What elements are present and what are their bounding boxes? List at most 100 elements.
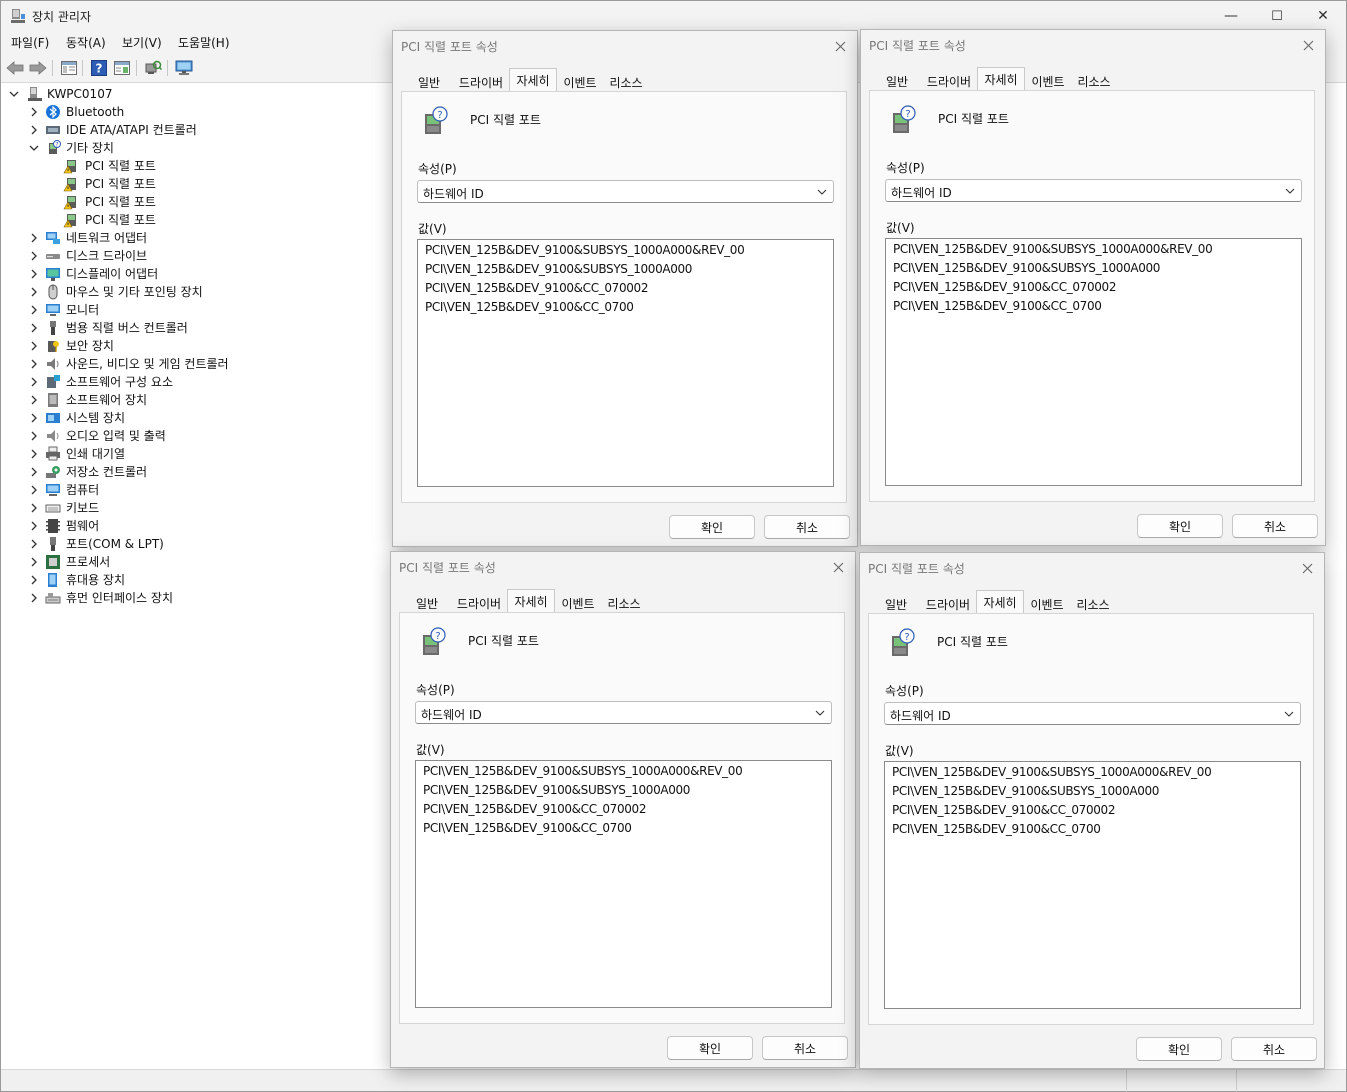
tree-device-item[interactable]: PCI 직렬 포트	[1, 193, 381, 211]
tab-driver[interactable]: 드라이버	[921, 70, 977, 91]
back-button[interactable]	[5, 58, 25, 78]
cancel-button[interactable]: 취소	[764, 515, 850, 539]
properties-view-button[interactable]	[112, 58, 132, 78]
tab-events[interactable]: 이벤트	[555, 592, 601, 613]
tree-category-software-component[interactable]: 소프트웨어 구성 요소	[1, 373, 381, 391]
chevron-down-icon[interactable]	[9, 89, 19, 99]
tree-category-disk-drive[interactable]: 디스크 드라이브	[1, 247, 381, 265]
menu-view[interactable]: 보기(V)	[122, 34, 162, 51]
tab-general[interactable]: 일반	[403, 592, 451, 613]
dialog-close-button[interactable]	[1296, 557, 1318, 579]
close-button[interactable]: ✕	[1300, 1, 1346, 31]
update-driver-button[interactable]	[174, 58, 194, 78]
value-list-item[interactable]: PCI\VEN_125B&DEV_9100&CC_070002	[892, 803, 1115, 817]
tree-category-security-device[interactable]: 보안 장치	[1, 337, 381, 355]
menu-action[interactable]: 동작(A)	[66, 34, 106, 51]
tab-resources[interactable]: 리소스	[603, 71, 649, 92]
tab-resources[interactable]: 리소스	[601, 592, 647, 613]
chevron-right-icon[interactable]	[29, 467, 39, 477]
tree-category-processor[interactable]: 프로세서	[1, 553, 381, 571]
chevron-right-icon[interactable]	[29, 593, 39, 603]
tab-details[interactable]: 자세히	[976, 590, 1024, 614]
value-list-item[interactable]: PCI\VEN_125B&DEV_9100&CC_0700	[892, 822, 1101, 836]
value-list-item[interactable]: PCI\VEN_125B&DEV_9100&CC_0700	[893, 299, 1102, 313]
chevron-right-icon[interactable]	[29, 305, 39, 315]
chevron-right-icon[interactable]	[29, 125, 39, 135]
tree-category-display-adapter[interactable]: 디스플레이 어댑터	[1, 265, 381, 283]
value-list[interactable]: PCI\VEN_125B&DEV_9100&SUBSYS_1000A000&RE…	[885, 238, 1302, 486]
tree-category-storage-controller[interactable]: 저장소 컨트롤러	[1, 463, 381, 481]
value-list[interactable]: PCI\VEN_125B&DEV_9100&SUBSYS_1000A000&RE…	[415, 760, 832, 1008]
value-list-item[interactable]: PCI\VEN_125B&DEV_9100&CC_070002	[425, 281, 648, 295]
value-list-item[interactable]: PCI\VEN_125B&DEV_9100&SUBSYS_1000A000&RE…	[893, 242, 1213, 256]
property-dropdown[interactable]: 하드웨어 ID	[885, 179, 1302, 202]
tree-category-monitor[interactable]: 모니터	[1, 301, 381, 319]
cancel-button[interactable]: 취소	[1232, 514, 1318, 538]
tree-category-unknown-device[interactable]: ? 기타 장치	[1, 139, 381, 157]
cancel-button[interactable]: 취소	[762, 1036, 848, 1060]
title-bar[interactable]: 장치 관리자 — ☐ ✕	[1, 1, 1346, 31]
ok-button[interactable]: 확인	[1137, 514, 1223, 538]
value-list-item[interactable]: PCI\VEN_125B&DEV_9100&SUBSYS_1000A000	[423, 783, 690, 797]
value-list-item[interactable]: PCI\VEN_125B&DEV_9100&SUBSYS_1000A000	[425, 262, 692, 276]
tab-driver[interactable]: 드라이버	[920, 593, 976, 614]
tree-category-firmware[interactable]: 펌웨어	[1, 517, 381, 535]
tree-category-portable-device[interactable]: 휴대용 장치	[1, 571, 381, 589]
ok-button[interactable]: 확인	[1136, 1037, 1222, 1061]
chevron-right-icon[interactable]	[29, 557, 39, 567]
tab-events[interactable]: 이벤트	[1024, 593, 1070, 614]
tab-driver[interactable]: 드라이버	[453, 71, 509, 92]
forward-button[interactable]	[28, 58, 48, 78]
menu-help[interactable]: 도움말(H)	[178, 34, 230, 51]
tab-resources[interactable]: 리소스	[1071, 70, 1117, 91]
maximize-button[interactable]: ☐	[1254, 1, 1300, 31]
chevron-right-icon[interactable]	[29, 503, 39, 513]
chevron-right-icon[interactable]	[29, 521, 39, 531]
dialog-close-button[interactable]	[829, 35, 851, 57]
ok-button[interactable]: 확인	[669, 515, 755, 539]
property-dropdown[interactable]: 하드웨어 ID	[884, 702, 1301, 725]
tab-details[interactable]: 자세히	[509, 68, 557, 92]
chevron-down-icon[interactable]	[29, 143, 39, 153]
ok-button[interactable]: 확인	[667, 1036, 753, 1060]
scan-hardware-button[interactable]	[143, 58, 163, 78]
chevron-right-icon[interactable]	[29, 377, 39, 387]
tab-events[interactable]: 이벤트	[557, 71, 603, 92]
tab-general[interactable]: 일반	[872, 593, 920, 614]
chevron-right-icon[interactable]	[29, 251, 39, 261]
chevron-right-icon[interactable]	[29, 107, 39, 117]
tree-device-item[interactable]: PCI 직렬 포트	[1, 175, 381, 193]
dialog-close-button[interactable]	[1297, 34, 1319, 56]
value-list-item[interactable]: PCI\VEN_125B&DEV_9100&CC_070002	[893, 280, 1116, 294]
tree-category-ide-controller[interactable]: IDE ATA/ATAPI 컨트롤러	[1, 121, 381, 139]
tree-device-item[interactable]: PCI 직렬 포트	[1, 211, 381, 229]
chevron-right-icon[interactable]	[29, 575, 39, 585]
tab-details[interactable]: 자세히	[507, 589, 555, 613]
chevron-right-icon[interactable]	[29, 539, 39, 549]
value-list-item[interactable]: PCI\VEN_125B&DEV_9100&CC_0700	[425, 300, 634, 314]
cancel-button[interactable]: 취소	[1231, 1037, 1317, 1061]
tree-category-port[interactable]: 포트(COM & LPT)	[1, 535, 381, 553]
tree-category-keyboard[interactable]: 키보드	[1, 499, 381, 517]
tree-category-computer[interactable]: 컴퓨터	[1, 481, 381, 499]
value-list-item[interactable]: PCI\VEN_125B&DEV_9100&CC_0700	[423, 821, 632, 835]
tree-category-audio[interactable]: 오디오 입력 및 출력	[1, 427, 381, 445]
tree-device-item[interactable]: PCI 직렬 포트	[1, 157, 381, 175]
tree-category-software-device[interactable]: 소프트웨어 장치	[1, 391, 381, 409]
chevron-right-icon[interactable]	[29, 323, 39, 333]
dialog-close-button[interactable]	[827, 556, 849, 578]
menu-file[interactable]: 파일(F)	[11, 34, 49, 51]
chevron-right-icon[interactable]	[29, 287, 39, 297]
tab-details[interactable]: 자세히	[977, 67, 1025, 91]
tab-events[interactable]: 이벤트	[1025, 70, 1071, 91]
value-list-item[interactable]: PCI\VEN_125B&DEV_9100&SUBSYS_1000A000	[892, 784, 1159, 798]
value-list-item[interactable]: PCI\VEN_125B&DEV_9100&SUBSYS_1000A000&RE…	[425, 243, 745, 257]
chevron-right-icon[interactable]	[29, 485, 39, 495]
chevron-right-icon[interactable]	[29, 449, 39, 459]
tree-category-bluetooth[interactable]: Bluetooth	[1, 103, 381, 121]
tree-category-printer[interactable]: 인쇄 대기열	[1, 445, 381, 463]
value-list[interactable]: PCI\VEN_125B&DEV_9100&SUBSYS_1000A000&RE…	[417, 239, 834, 487]
tab-general[interactable]: 일반	[873, 70, 921, 91]
tree-category-speaker[interactable]: 사운드, 비디오 및 게임 컨트롤러	[1, 355, 381, 373]
value-list[interactable]: PCI\VEN_125B&DEV_9100&SUBSYS_1000A000&RE…	[884, 761, 1301, 1009]
